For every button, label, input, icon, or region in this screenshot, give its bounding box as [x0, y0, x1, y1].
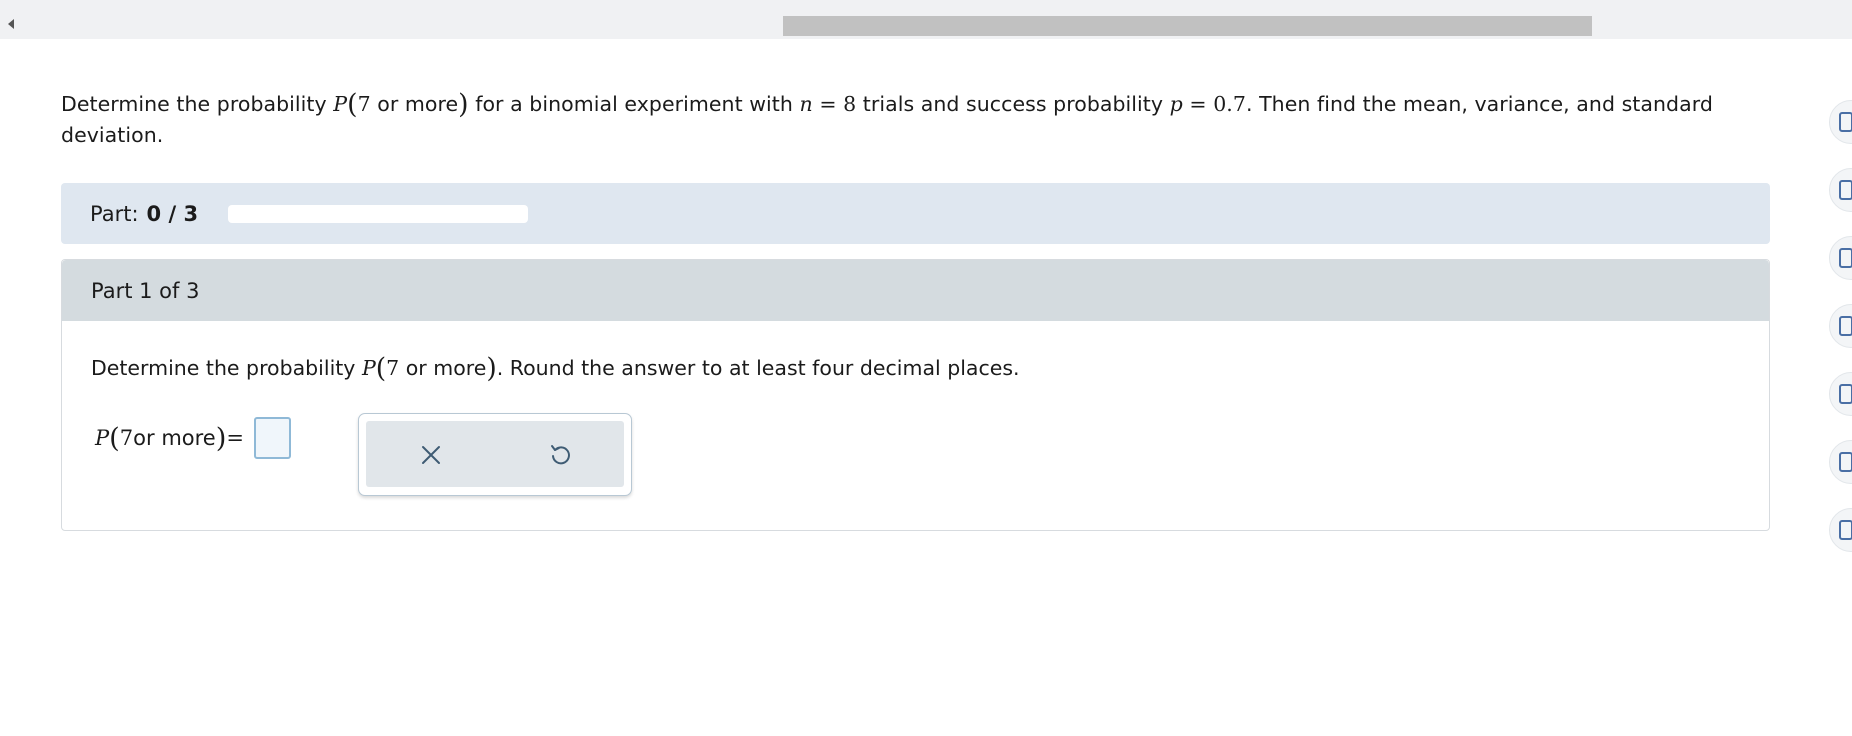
part-progress-bar: Part: 0 / 3 — [61, 183, 1770, 244]
answer-input[interactable] — [254, 417, 291, 459]
tool-button-6[interactable] — [1829, 440, 1852, 484]
question-text-block: Determine the probability P(7 or more) f… — [61, 89, 1770, 150]
part-progress-track — [228, 204, 529, 223]
tool-6-icon — [1839, 452, 1852, 472]
toolbox-inner — [366, 421, 624, 487]
scroll-left-arrow-icon[interactable] — [8, 19, 14, 29]
clear-button[interactable] — [411, 435, 451, 475]
scrollbar-thumb[interactable] — [783, 16, 1592, 36]
part-instruction: Determine the probability P(7 or more). … — [91, 353, 1020, 384]
tool-5-icon — [1839, 384, 1852, 404]
tool-button-4[interactable] — [1829, 304, 1852, 348]
tool-3-icon — [1839, 248, 1852, 268]
tool-button-2[interactable] — [1829, 168, 1852, 212]
horizontal-scrollbar[interactable] — [0, 0, 1852, 39]
tool-button-5[interactable] — [1829, 372, 1852, 416]
tool-button-3[interactable] — [1829, 236, 1852, 280]
tool-4-icon — [1839, 316, 1852, 336]
part-label: Part: — [90, 201, 139, 226]
tool-button-1[interactable] — [1829, 100, 1852, 144]
part-panel: Part 1 of 3 Determine the probability P(… — [61, 259, 1770, 531]
answer-label: P(7 — [95, 422, 134, 454]
tool-1-icon — [1839, 112, 1852, 132]
question-text: Determine the probability P(7 or more) f… — [61, 89, 1713, 148]
tool-7-icon — [1839, 520, 1852, 540]
part-count: 0 / 3 — [146, 201, 199, 226]
answer-row: P(7 or more) = — [95, 417, 291, 459]
tool-2-icon — [1839, 180, 1852, 200]
undo-icon — [551, 445, 570, 465]
part-header: Part 1 of 3 — [62, 260, 1769, 321]
close-icon — [422, 446, 440, 464]
answer-toolbox — [358, 413, 632, 496]
tool-button-7[interactable] — [1829, 508, 1852, 552]
undo-button[interactable] — [540, 435, 580, 475]
